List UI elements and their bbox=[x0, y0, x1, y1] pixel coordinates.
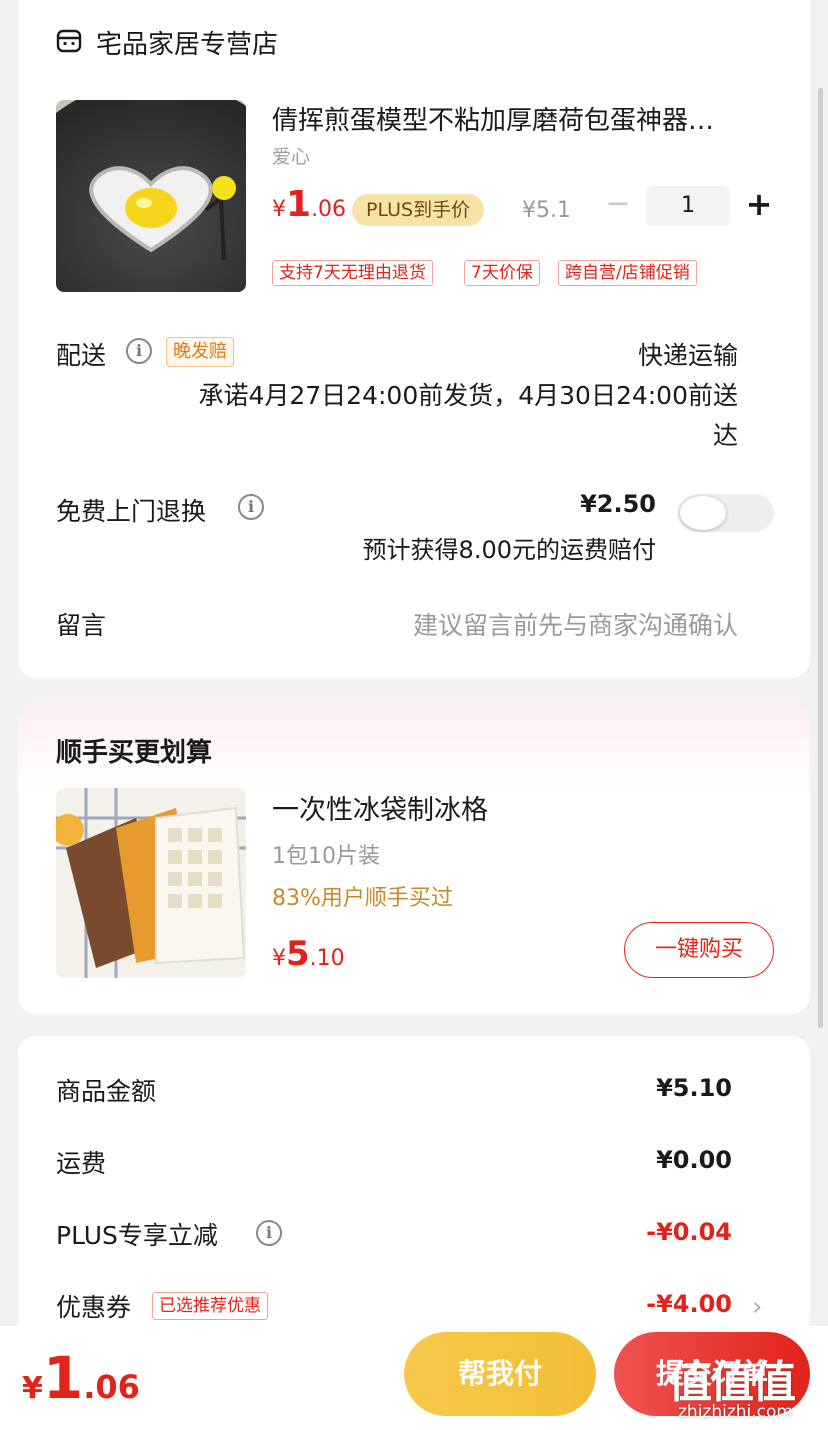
price-summary-card: 商品金额 ¥5.10 运费 ¥0.00 PLUS专享立减 i -¥0.04 优惠… bbox=[18, 1036, 810, 1336]
return-service-price: ¥2.50 bbox=[580, 490, 656, 518]
recommend-bought-pct: 83%用户顺手买过 bbox=[272, 886, 453, 911]
product-price: ¥1.06 bbox=[272, 184, 346, 225]
info-icon[interactable]: i bbox=[126, 338, 152, 364]
price-currency: ¥ bbox=[272, 197, 286, 222]
message-input[interactable]: 建议留言前先与商家沟通确认 bbox=[413, 606, 738, 642]
product-variant: 爱心 bbox=[272, 146, 311, 168]
recommend-product-title[interactable]: 一次性冰袋制冰格 bbox=[272, 788, 488, 827]
order-item-card: 宅品家居专营店 倩挥煎蛋模型不粘加厚磨荷包蛋神器… 爱心 ¥1.06 PLUS到… bbox=[18, 0, 810, 678]
coupon-recommended-badge: 已选推荐优惠 bbox=[152, 1292, 268, 1320]
chevron-right-icon[interactable]: › bbox=[752, 1292, 762, 1322]
return-service-desc: 预计获得8.00元的运费赔付 bbox=[362, 536, 656, 564]
quantity-input[interactable]: 1 bbox=[646, 186, 730, 226]
plus-price-badge: PLUS到手价 bbox=[352, 194, 485, 226]
product-title[interactable]: 倩挥煎蛋模型不粘加厚磨荷包蛋神器… bbox=[272, 100, 762, 137]
coupon-value[interactable]: -¥4.00 bbox=[646, 1290, 732, 1318]
price-integer: 1 bbox=[42, 1344, 84, 1412]
return-service-label: 免费上门退换 bbox=[56, 497, 207, 526]
watermark-text: 值值值 bbox=[668, 1357, 796, 1408]
delivery-promise-cont: 达 bbox=[712, 421, 738, 450]
original-price: ¥5.1 bbox=[522, 198, 571, 223]
recommend-product-image[interactable] bbox=[56, 788, 246, 978]
toggle-knob bbox=[680, 496, 726, 530]
store-name[interactable]: 宅品家居专营店 bbox=[96, 24, 278, 61]
price-integer: 1 bbox=[286, 184, 312, 225]
recommend-section-title: 顺手买更划算 bbox=[56, 738, 213, 768]
store-icon bbox=[56, 29, 82, 53]
service-tag: 跨自营/店铺促销 bbox=[558, 260, 697, 286]
plus-discount-label: PLUS专享立减 bbox=[56, 1221, 218, 1250]
shipping-value: ¥0.00 bbox=[656, 1146, 732, 1174]
recommend-card: 顺手买更划算 一次性冰袋制冰格 1包10片装 83%用户顺手买过 ¥5.10 一… bbox=[18, 702, 810, 1014]
service-tag: 支持7天无理由退货 bbox=[272, 260, 433, 286]
goods-amount-value: ¥5.10 bbox=[656, 1074, 732, 1102]
service-tag: 7天价保 bbox=[464, 260, 540, 286]
message-label: 留言 bbox=[56, 611, 107, 640]
delivery-method[interactable]: 快递运输 bbox=[638, 336, 738, 372]
help-me-pay-button[interactable]: 帮我付 bbox=[404, 1332, 596, 1416]
plus-discount-value: -¥0.04 bbox=[646, 1218, 732, 1246]
price-currency: ¥ bbox=[22, 1371, 43, 1406]
shipping-label: 运费 bbox=[56, 1149, 107, 1178]
goods-amount-label: 商品金额 bbox=[56, 1077, 157, 1106]
quantity-increase-button[interactable]: + bbox=[742, 184, 776, 224]
return-service-toggle[interactable] bbox=[678, 494, 774, 532]
product-image[interactable] bbox=[56, 100, 246, 292]
info-icon[interactable]: i bbox=[238, 494, 264, 520]
coupon-label[interactable]: 优惠券 bbox=[56, 1288, 131, 1324]
price-decimal: .06 bbox=[311, 197, 347, 222]
quantity-decrease-button[interactable]: − bbox=[602, 186, 634, 226]
price-currency: ¥ bbox=[272, 946, 286, 971]
price-decimal: .06 bbox=[83, 1368, 140, 1406]
recommend-product-spec: 1包10片装 bbox=[272, 844, 380, 869]
price-decimal: .10 bbox=[309, 946, 345, 971]
price-integer: 5 bbox=[286, 934, 310, 974]
total-price: ¥1.06 bbox=[22, 1344, 140, 1412]
watermark-logo: 值值值 zhizhizhi.com bbox=[668, 1346, 796, 1422]
scrollbar[interactable] bbox=[818, 88, 823, 1028]
one-click-buy-button[interactable]: 一键购买 bbox=[624, 922, 774, 978]
recommend-price: ¥5.10 bbox=[272, 934, 345, 974]
watermark-url: zhizhizhi.com bbox=[678, 1402, 793, 1422]
info-icon[interactable]: i bbox=[256, 1220, 282, 1246]
delivery-label: 配送 bbox=[56, 341, 107, 370]
delivery-promise: 承诺4月27日24:00前发货，4月30日24:00前送 bbox=[198, 381, 738, 410]
late-compensation-badge[interactable]: 晚发赔 bbox=[166, 337, 234, 367]
